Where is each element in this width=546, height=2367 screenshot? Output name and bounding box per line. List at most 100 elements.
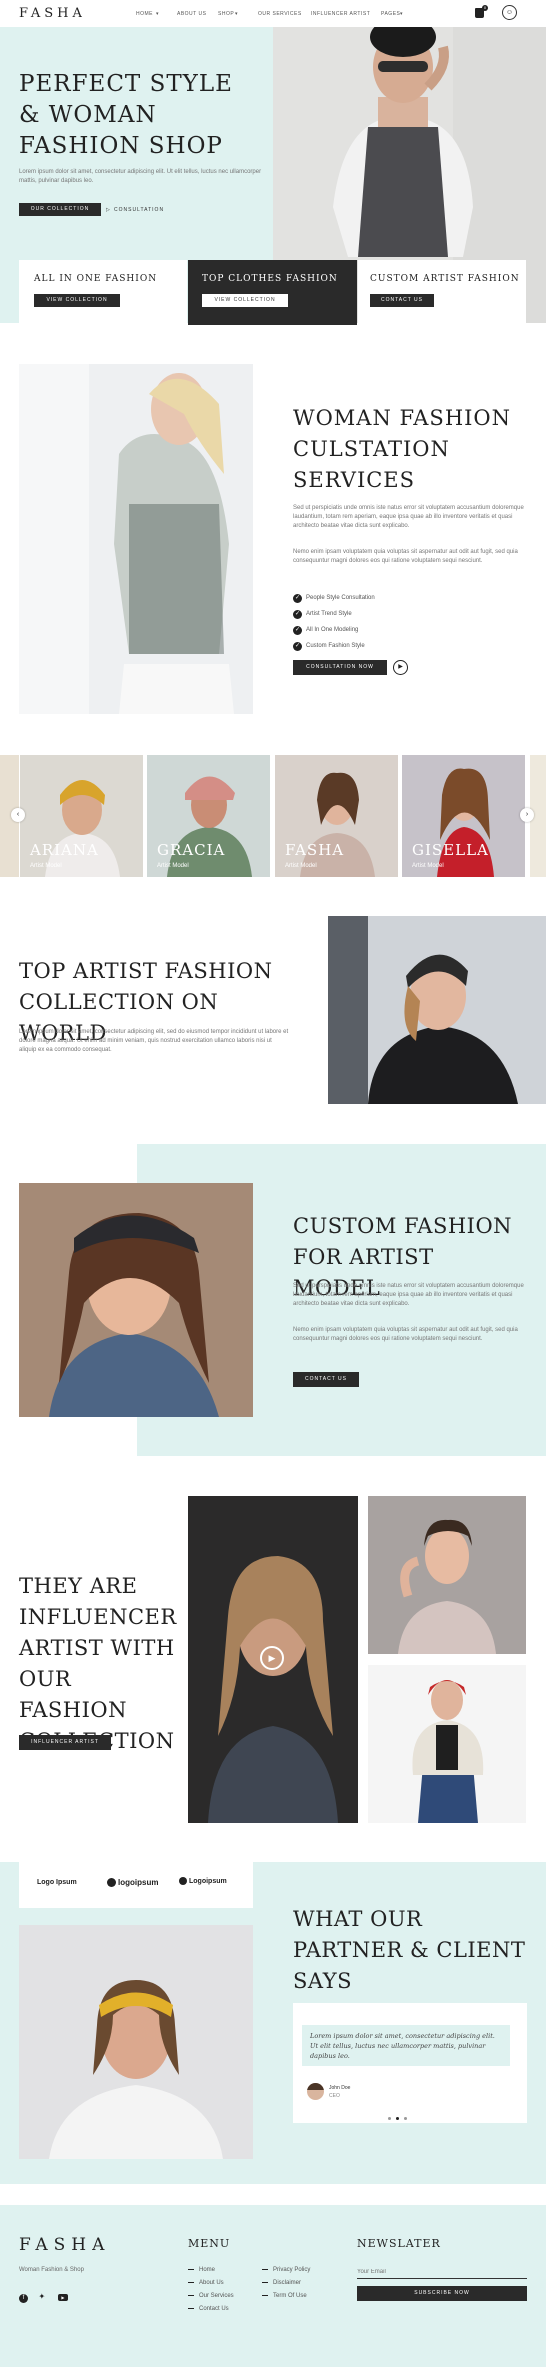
- feature-box-3: CUSTOM ARTIST FASHION CONTACT US: [358, 260, 526, 325]
- contact-us-button[interactable]: CONTACT US: [370, 294, 434, 307]
- avatar: [307, 2083, 324, 2100]
- view-collection-button[interactable]: VIEW COLLECTION: [202, 294, 288, 307]
- footer-link-about[interactable]: About Us: [188, 2280, 234, 2286]
- check-icon: ✓: [293, 626, 302, 635]
- logo-circle-icon: [179, 1877, 187, 1885]
- model-name: GISELLA: [412, 841, 489, 859]
- carousel-prev-button[interactable]: ‹: [11, 808, 25, 822]
- nav-home[interactable]: HOME: [136, 11, 153, 17]
- partner-logo-1: Logo Ipsum: [37, 1879, 77, 1886]
- facebook-icon[interactable]: f: [19, 2294, 28, 2303]
- model-name: GRACIA: [157, 841, 226, 859]
- subscribe-button[interactable]: SUBSCRIBE NOW: [357, 2286, 527, 2301]
- model-role: Artist Model: [412, 863, 444, 869]
- author-name: John Doe: [329, 2085, 351, 2091]
- footer-link-terms[interactable]: Term Of Use: [262, 2293, 310, 2299]
- footer-link-home[interactable]: Home: [188, 2267, 234, 2273]
- footer-link-disclaimer[interactable]: Disclaimer: [262, 2280, 310, 2286]
- services-title: WOMAN FASHION CULSTATION SERVICES: [293, 406, 512, 492]
- list-item: ✓ All In One Modeling: [293, 626, 359, 635]
- footer-link-services[interactable]: Our Services: [188, 2293, 234, 2299]
- influencer-image-1: [368, 1496, 526, 1654]
- dot-1[interactable]: [388, 2117, 391, 2120]
- feature-box-title: CUSTOM ARTIST FASHION: [370, 274, 520, 284]
- testimonial-card: Lorem ipsum dolor sit amet, consectetur …: [293, 2003, 527, 2123]
- logo[interactable]: FASHA: [19, 6, 86, 21]
- feature-box-title: TOP CLOTHES FASHION: [202, 274, 338, 284]
- model-card[interactable]: GRACIA Artist Model: [147, 755, 270, 877]
- services-image: [19, 364, 253, 714]
- view-collection-button[interactable]: VIEW COLLECTION: [34, 294, 120, 307]
- logo-circle-icon: [107, 1878, 116, 1888]
- check-icon: ✓: [293, 610, 302, 619]
- check-icon: ✓: [293, 642, 302, 651]
- logo-strip: Logo Ipsum logoipsum Logoipsum: [19, 1862, 253, 1908]
- testimonial-quote: Lorem ipsum dolor sit amet, consectetur …: [310, 2032, 495, 2060]
- twitter-icon[interactable]: ✦: [38, 2292, 47, 2301]
- menu-title: MENU: [188, 2237, 231, 2250]
- feature-box-title: ALL IN ONE FASHION: [34, 274, 158, 284]
- hero-title: PERFECT STYLE & WOMAN FASHION SHOP: [19, 71, 233, 159]
- custom-text-1: Sed ut perspiciatis unde omnis iste natu…: [293, 1283, 524, 1307]
- model-role: Artist Model: [157, 863, 189, 869]
- newsletter-title: NEWSLATER: [357, 2237, 441, 2250]
- collection-text: Lorem ipsum dolor sit amet, consectetur …: [19, 1029, 289, 1053]
- custom-image: [19, 1183, 253, 1417]
- model-card[interactable]: FASHA Artist Model: [275, 755, 398, 877]
- dot-2[interactable]: [396, 2117, 399, 2120]
- play-icon[interactable]: ▶: [260, 1646, 284, 1670]
- social-icons: f ✦ ▶: [19, 2286, 68, 2304]
- influencer-artist-button[interactable]: INFLUENCER ARTIST: [19, 1735, 111, 1750]
- email-field[interactable]: [357, 2265, 527, 2279]
- model-name: ARIANA: [30, 841, 99, 859]
- nav-services[interactable]: OUR SERVICES: [258, 11, 302, 17]
- author-role: CEO: [329, 2093, 340, 2099]
- carousel-dots[interactable]: [388, 2117, 418, 2121]
- user-icon[interactable]: ☺: [502, 5, 517, 20]
- nav-about[interactable]: ABOUT US: [177, 11, 206, 17]
- nav-pages[interactable]: PAGES: [381, 11, 400, 17]
- custom-text-2: Nemo enim ipsam voluptatem quia voluptas…: [293, 1327, 518, 1342]
- model-name: FASHA: [285, 841, 345, 859]
- cart-count: 0: [482, 5, 488, 11]
- footer-logo[interactable]: FASHA: [19, 2235, 110, 2255]
- services-list: ✓ People Style Consultation ✓ Artist Trend…: [293, 594, 493, 654]
- partners-title: WHAT OUR PARTNER & CLIENT SAYS: [293, 1907, 526, 1993]
- nav-shop[interactable]: SHOP: [218, 11, 234, 17]
- youtube-icon[interactable]: ▶: [57, 2294, 68, 2301]
- model-card[interactable]: ARIANA Artist Model: [20, 755, 143, 877]
- influencer-image-2: [368, 1665, 526, 1823]
- collection-image: [328, 916, 546, 1104]
- list-item: ✓ Artist Trend Style: [293, 610, 352, 619]
- hero-text: Lorem ipsum dolor sit amet, consectetur …: [19, 169, 262, 184]
- play-icon[interactable]: ▷: [106, 207, 110, 213]
- testimonial-image: [19, 1925, 253, 2159]
- influencer-video[interactable]: ▶: [188, 1496, 358, 1823]
- list-item: ✓ People Style Consultation: [293, 594, 375, 603]
- model-role: Artist Model: [285, 863, 317, 869]
- play-button[interactable]: ▶: [393, 660, 408, 675]
- services-text-2: Nemo enim ipsam voluptatem quia voluptas…: [293, 549, 518, 564]
- nav-influencer[interactable]: INFLUENCER ARTIST: [311, 11, 370, 17]
- dot-3[interactable]: [404, 2117, 407, 2120]
- footer-link-privacy[interactable]: Privacy Policy: [262, 2267, 310, 2273]
- model-card[interactable]: GISELLA Artist Model: [402, 755, 525, 877]
- list-item: ✓ Custom Fashion Style: [293, 642, 365, 651]
- our-collection-button[interactable]: OUR COLLECTION: [19, 203, 101, 216]
- influencer-title: THEY ARE INFLUENCER ARTIST WITH OUR FASH…: [19, 1574, 177, 1753]
- model-role: Artist Model: [30, 863, 62, 869]
- partner-logo-2: logoipsum: [107, 1878, 158, 1888]
- services-text-1: Sed ut perspiciatis unde omnis iste natu…: [293, 505, 524, 529]
- testimonial-quote-box: Lorem ipsum dolor sit amet, consectetur …: [302, 2025, 510, 2066]
- chevron-down-icon: ▾: [235, 11, 238, 17]
- footer-menu-col-2: Privacy Policy Disclaimer Term Of Use: [262, 2267, 310, 2306]
- contact-us-button[interactable]: CONTACT US: [293, 1372, 359, 1387]
- footer-link-contact[interactable]: Contact Us: [188, 2306, 234, 2312]
- chevron-down-icon: ▾: [400, 11, 403, 17]
- partner-logo-3: Logoipsum: [179, 1877, 227, 1885]
- carousel-next-button[interactable]: ›: [520, 808, 534, 822]
- chevron-down-icon: ▾: [156, 11, 159, 17]
- consultation-link[interactable]: CONSULTATION: [114, 207, 164, 213]
- consultation-now-button[interactable]: CONSULTATION NOW: [293, 660, 387, 675]
- footer-menu-col-1: Home About Us Our Services Contact Us: [188, 2267, 234, 2319]
